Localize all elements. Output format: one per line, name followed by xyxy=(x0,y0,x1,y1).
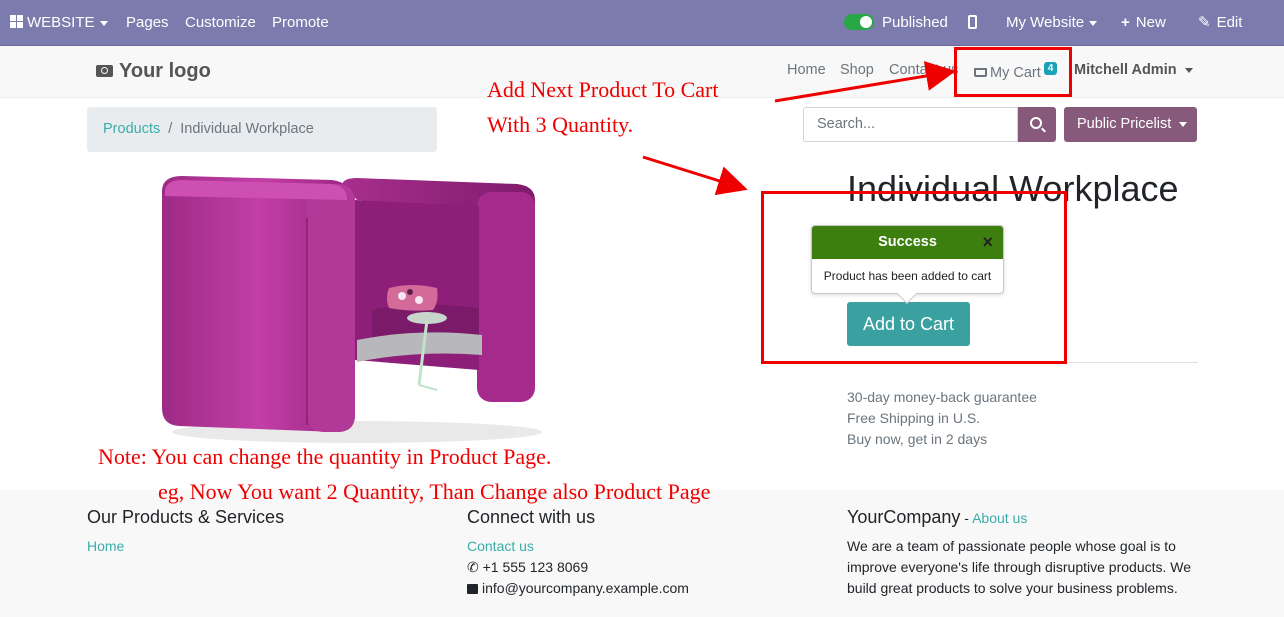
email-text: info@yourcompany.example.com xyxy=(482,580,689,596)
footer-email: info@yourcompany.example.com xyxy=(467,580,689,596)
phone-icon: ✆ xyxy=(467,559,479,575)
footer-contact-link[interactable]: Contact us xyxy=(467,538,534,554)
annotation-note-1: Note: You can change the quantity in Pro… xyxy=(98,444,552,469)
footer-connect-title: Connect with us xyxy=(467,507,596,527)
phone-text: +1 555 123 8069 xyxy=(482,559,589,575)
footer-home-link[interactable]: Home xyxy=(87,538,124,554)
about-text-line: improve everyone's life through disrupti… xyxy=(847,559,1192,575)
footer-phone: ✆ +1 555 123 8069 xyxy=(467,559,588,576)
title-dash: - xyxy=(960,510,973,526)
footer-company-title: YourCompany - About us xyxy=(847,507,1027,528)
about-text-line: build great products to solve your busin… xyxy=(847,580,1178,596)
annotation-note-2: eg, Now You want 2 Quantity, Than Change… xyxy=(158,479,711,504)
arrow-to-add-to-cart xyxy=(642,155,748,196)
arrow-to-cart xyxy=(774,61,956,103)
about-us-link[interactable]: About us xyxy=(972,510,1027,526)
envelope-icon xyxy=(467,584,478,594)
company-name: YourCompany xyxy=(847,507,961,527)
footer-products-title: Our Products & Services xyxy=(87,507,285,527)
about-text-line: We are a team of passionate people whose… xyxy=(847,538,1176,554)
